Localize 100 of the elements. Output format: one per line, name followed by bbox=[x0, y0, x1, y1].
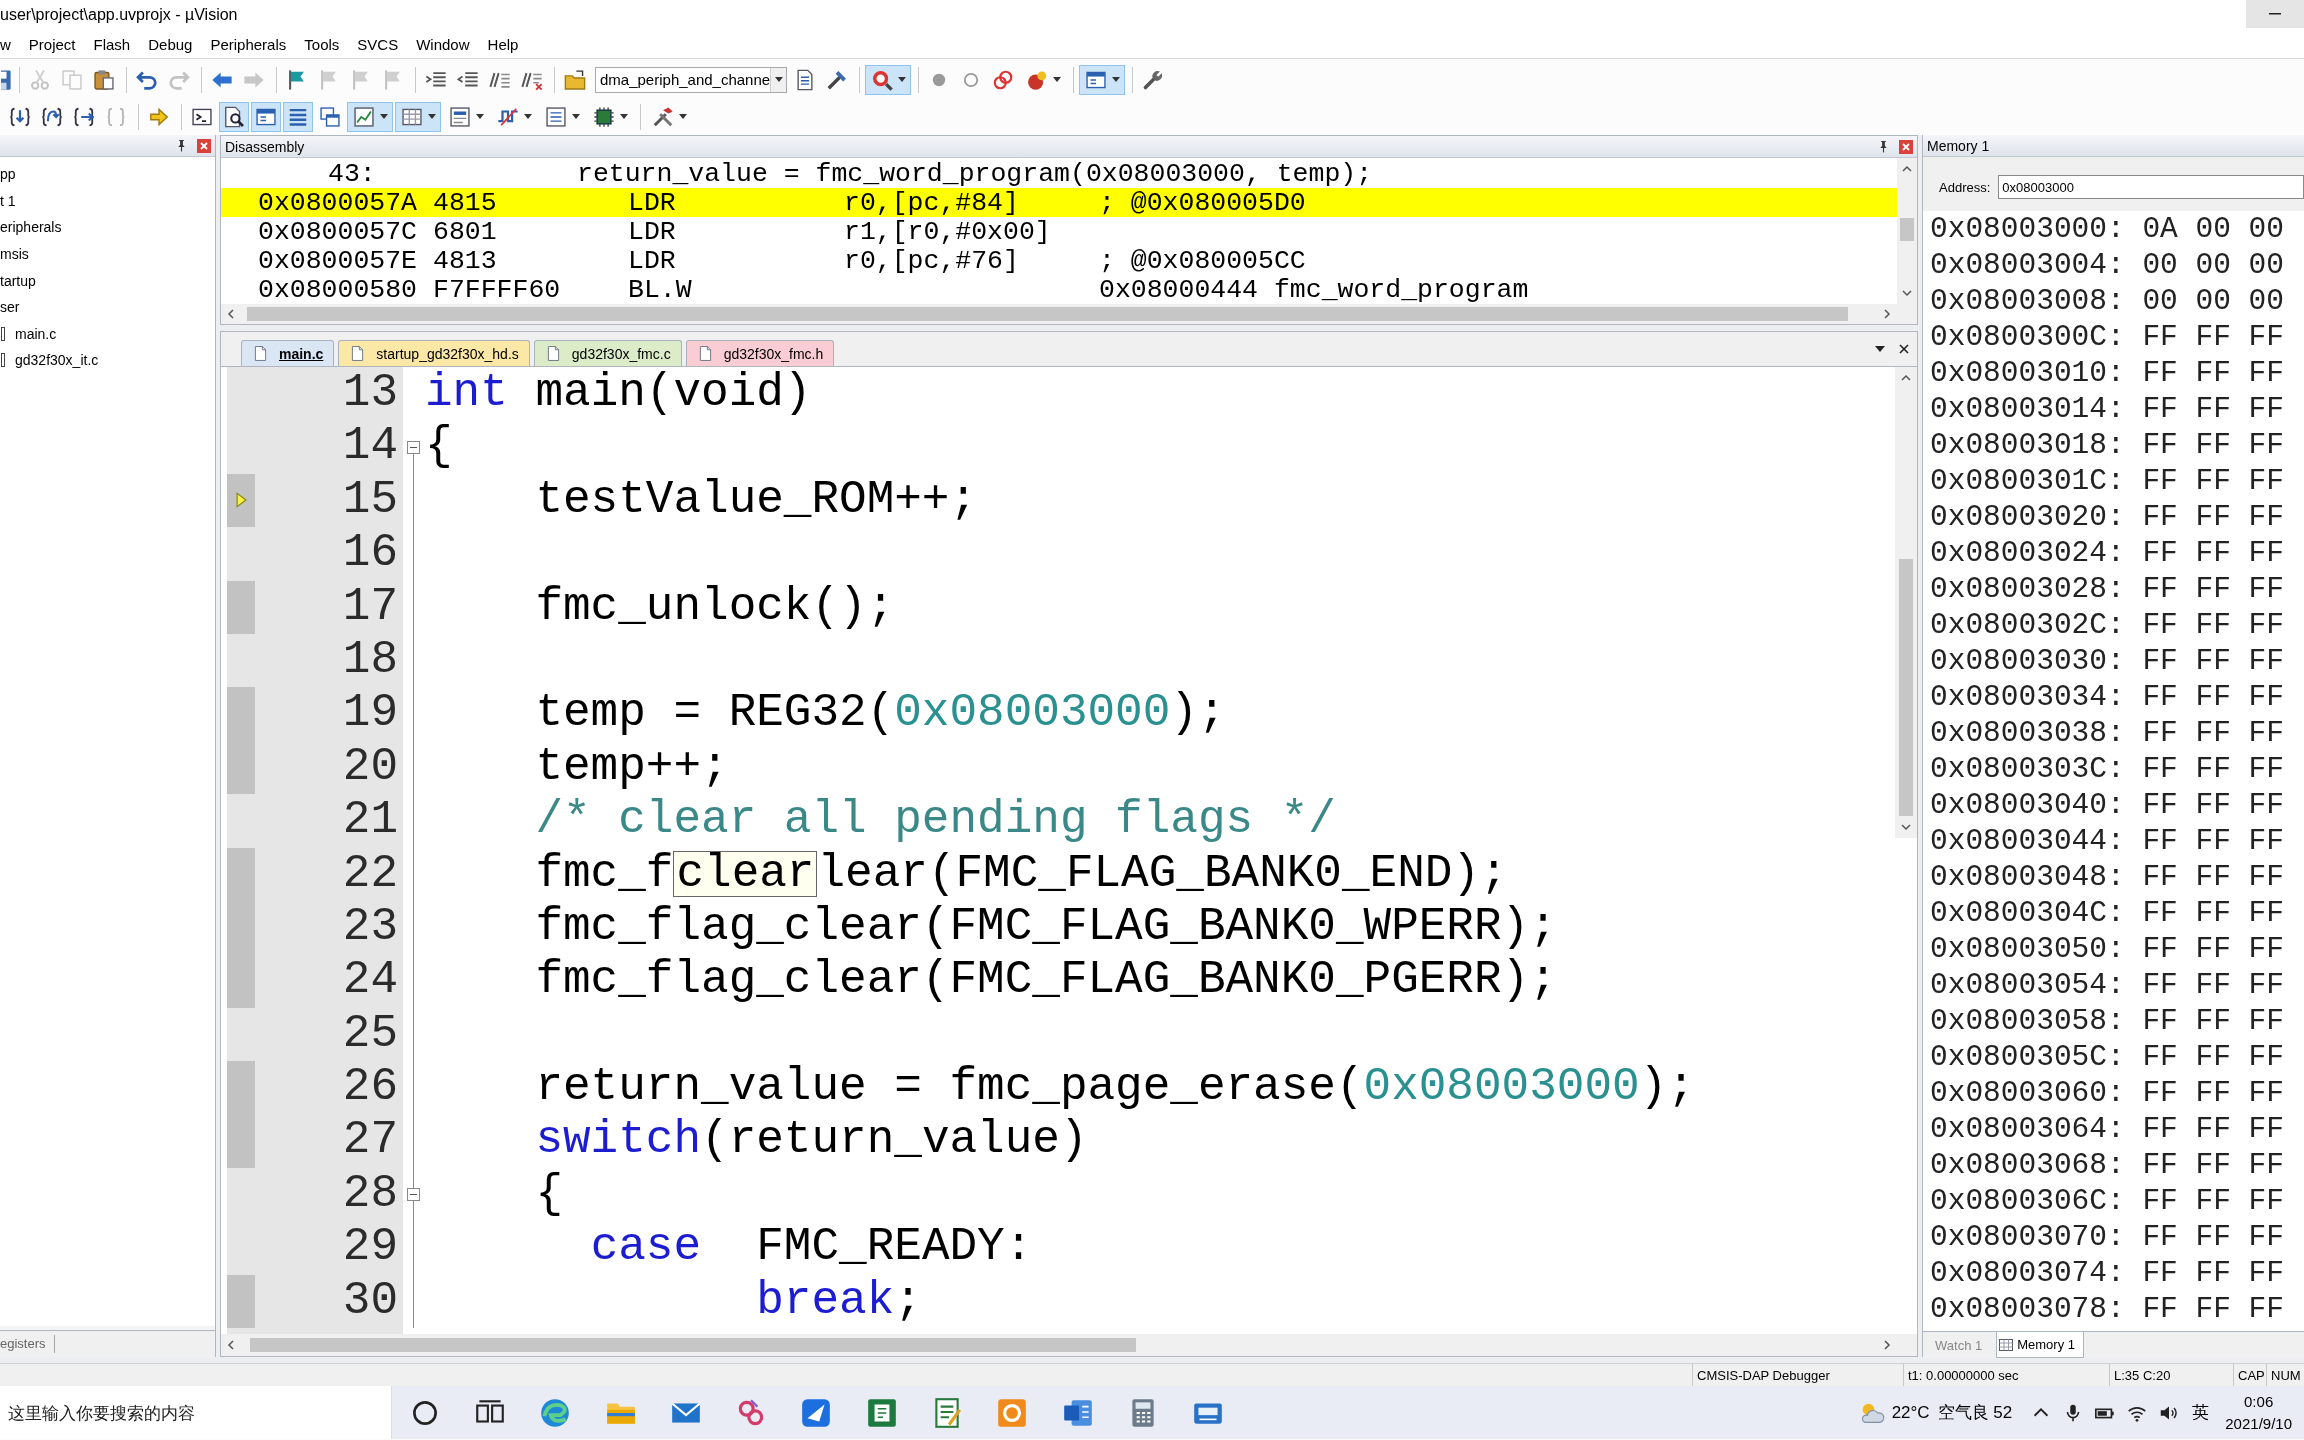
tree-item[interactable]: pp bbox=[0, 166, 16, 183]
memory-byte: 00 bbox=[2195, 212, 2231, 246]
memory-byte: FF bbox=[2248, 680, 2284, 714]
minimize-icon bbox=[2269, 13, 2281, 15]
close-icon[interactable] bbox=[1899, 344, 1909, 354]
scroll-thumb[interactable] bbox=[247, 307, 1848, 321]
address-field[interactable]: 0x08003000 bbox=[1998, 175, 2304, 199]
search-field[interactable]: 这里输入你要搜索的内容 bbox=[0, 1386, 392, 1439]
down-chevron-icon[interactable] bbox=[1900, 821, 1912, 833]
memory-byte: FF bbox=[2248, 788, 2284, 822]
line-number: 23 bbox=[342, 900, 398, 953]
memory-byte: FF bbox=[2248, 1112, 2284, 1146]
caret-icon[interactable] bbox=[1875, 346, 1885, 352]
tree-item[interactable]: gd32f30x_it.c bbox=[15, 352, 99, 369]
disassembly-row[interactable]: 0x08000580 F7FFFF60 BL.W 0x08000444 fmc_word_program bbox=[221, 275, 1897, 304]
memory-byte: FF bbox=[2195, 896, 2231, 930]
tree-item[interactable]: tartup bbox=[0, 272, 36, 289]
clock-date[interactable]: 2021/9/10 bbox=[2225, 1412, 2292, 1435]
disassembly-row[interactable]: 43: return_value = fmc_word_program(0x08003000, temp); bbox=[221, 159, 1897, 188]
toolbar-button[interactable] bbox=[395, 101, 441, 132]
panel-tab[interactable]: egisters bbox=[0, 1335, 55, 1353]
memory-byte: FF bbox=[2195, 1220, 2231, 1254]
disassembly-row[interactable]: 0x0800057E 4813 LDR r0,[pc,#76] ; @0x080005CC bbox=[221, 246, 1897, 275]
right-chevron-icon[interactable] bbox=[1881, 1339, 1893, 1351]
tools-icon bbox=[651, 105, 674, 128]
toolbar-button[interactable] bbox=[251, 101, 281, 132]
memory-address: 0x08003040: bbox=[1930, 788, 2125, 822]
toolbar-button[interactable] bbox=[283, 101, 313, 132]
toolbar-button[interactable] bbox=[219, 101, 249, 132]
menu-item[interactable]: Peripherals bbox=[201, 35, 296, 53]
memory-byte: FF bbox=[2142, 680, 2178, 714]
memory-byte: FF bbox=[2142, 932, 2178, 966]
tree-item[interactable]: msis bbox=[0, 246, 29, 263]
memory-byte: FF bbox=[2142, 356, 2178, 390]
menu-item[interactable]: Debug bbox=[139, 35, 202, 53]
line-number: 14 bbox=[342, 420, 398, 473]
file-tab[interactable]: main.c bbox=[241, 340, 335, 366]
panel-title: Memory 1 bbox=[1927, 137, 1990, 154]
tree-item[interactable]: t 1 bbox=[0, 192, 16, 209]
line-chart-icon bbox=[352, 105, 375, 128]
memory-byte: FF bbox=[2195, 608, 2231, 642]
file-tab[interactable]: startup_gd32f30x_hd.s bbox=[338, 340, 530, 366]
rings-icon bbox=[992, 68, 1014, 91]
memory-byte: FF bbox=[2248, 824, 2284, 858]
menu-item[interactable]: Flash bbox=[84, 35, 140, 53]
memory-byte: 00 bbox=[2248, 212, 2284, 246]
memory-byte: FF bbox=[2195, 320, 2231, 354]
collapse-icon[interactable] bbox=[406, 1188, 420, 1202]
operands: r0,[pc,#76] bbox=[844, 245, 1019, 276]
panel-tab[interactable]: Memory 1 bbox=[1996, 1332, 2084, 1358]
scroll-thumb[interactable] bbox=[1899, 559, 1913, 816]
scroll-thumb[interactable] bbox=[250, 1338, 1136, 1352]
disassembly-row[interactable]: 0x0800057A 4815 LDR r0,[pc,#84] ; @0x080005D0 bbox=[221, 188, 1897, 217]
clock-time[interactable]: 0:06 bbox=[2244, 1390, 2274, 1413]
collapse-icon[interactable] bbox=[406, 440, 420, 454]
tree-item[interactable]: ser bbox=[0, 299, 20, 316]
memory-byte: FF bbox=[2195, 500, 2231, 534]
left-chevron-icon[interactable] bbox=[225, 308, 237, 320]
tree-item[interactable]: main.c bbox=[15, 325, 57, 342]
toolbar-button[interactable] bbox=[1079, 64, 1125, 95]
code-line: break; bbox=[756, 1274, 922, 1329]
source-line-number: 43: bbox=[328, 158, 376, 189]
memory-byte: FF bbox=[2142, 968, 2178, 1002]
file-tab[interactable]: gd32f30x_fmc.h bbox=[685, 340, 835, 366]
right-chevron-icon[interactable] bbox=[1881, 308, 1893, 320]
menu-item[interactable]: w bbox=[0, 35, 20, 53]
tree-item[interactable]: eripherals bbox=[0, 219, 62, 236]
menu-item[interactable]: Project bbox=[19, 35, 85, 53]
input-method[interactable]: 英 bbox=[2192, 1401, 2210, 1424]
scissors-icon bbox=[29, 68, 51, 91]
file-tab[interactable]: gd32f30x_fmc.c bbox=[533, 340, 682, 366]
code-line: { bbox=[425, 420, 453, 474]
code-line: switch(return_value) bbox=[535, 1114, 1088, 1168]
pin-icon[interactable] bbox=[176, 139, 187, 152]
document-icon bbox=[794, 68, 816, 91]
menu-item[interactable]: Tools bbox=[295, 35, 349, 53]
memory-byte: FF bbox=[2142, 320, 2178, 354]
toolbar-button[interactable] bbox=[865, 64, 911, 95]
disassembly-row[interactable]: 0x0800057C 6801 LDR r1,[r0,#0x00] bbox=[221, 217, 1897, 246]
pin-icon[interactable] bbox=[1878, 140, 1889, 153]
left-chevron-icon[interactable] bbox=[225, 1339, 237, 1351]
menu-item[interactable]: Help bbox=[478, 35, 528, 53]
menu-item[interactable]: Window bbox=[407, 35, 479, 53]
down-chevron-icon[interactable] bbox=[1901, 287, 1913, 299]
mnemonic: LDR bbox=[628, 187, 676, 218]
memory-address: 0x0800303C: bbox=[1930, 752, 2125, 786]
memory-byte: FF bbox=[2195, 464, 2231, 498]
temperature[interactable]: 22°C bbox=[1891, 1402, 1930, 1423]
memory-byte: FF bbox=[2248, 896, 2284, 930]
code-line: fmc_flag_clear(FMC_FLAG_BANK0_WPERR); bbox=[535, 900, 1557, 955]
memory-byte: FF bbox=[2248, 500, 2284, 534]
memory-byte: FF bbox=[2195, 968, 2231, 1002]
menu-item[interactable]: SVCS bbox=[348, 35, 408, 53]
air-quality[interactable]: 空气良 52 bbox=[1937, 1401, 2013, 1424]
target-select[interactable]: dma_periph_and_channe bbox=[595, 66, 787, 93]
status-text: L:35 C:20 bbox=[2114, 1367, 2171, 1383]
memory-byte: FF bbox=[2248, 608, 2284, 642]
scroll-thumb[interactable] bbox=[1900, 218, 1914, 241]
memory-address: 0x08003004: bbox=[1930, 248, 2125, 282]
document-icon bbox=[351, 346, 365, 361]
